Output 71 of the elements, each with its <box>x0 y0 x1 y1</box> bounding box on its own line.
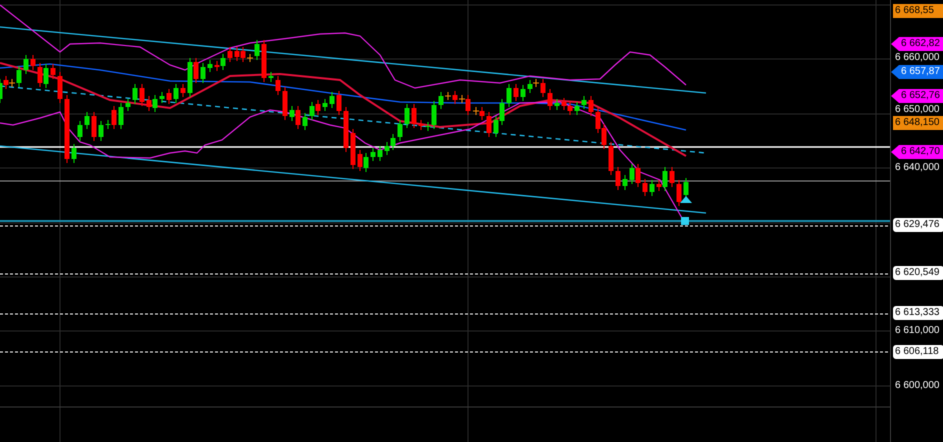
candlestick <box>92 112 96 142</box>
square-marker-icon <box>681 217 689 225</box>
price-marker-tag: 6 642,70 <box>891 145 943 159</box>
candlestick <box>418 120 424 130</box>
price-axis-label: 6 650,000 <box>895 105 940 115</box>
candlestick <box>78 120 82 142</box>
price-level-tag: 6 648,150 <box>893 116 943 130</box>
candlestick <box>72 144 76 164</box>
candlestick <box>676 180 682 206</box>
candlestick <box>140 84 144 106</box>
candlestick <box>350 128 356 170</box>
candlestick <box>118 102 124 130</box>
candlestick <box>166 88 172 104</box>
candlestick <box>228 46 232 62</box>
candlestick <box>208 60 212 72</box>
candlestick <box>622 174 628 190</box>
candlestick <box>344 106 348 152</box>
candlestick <box>276 76 280 96</box>
candlestick <box>24 54 28 74</box>
candlestick <box>84 112 90 130</box>
candlestick <box>132 84 138 104</box>
candlestick <box>64 94 70 164</box>
price-marker-tag: 6 657,87 <box>891 65 943 79</box>
candlestick <box>180 84 186 98</box>
candlestick <box>370 148 376 162</box>
candlestick <box>670 166 674 188</box>
price-marker-tag: 6 662,82 <box>891 37 943 51</box>
price-axis-label: 6 610,000 <box>895 326 940 336</box>
candlestick <box>126 98 130 112</box>
candlestick <box>174 84 178 104</box>
candlestick <box>520 84 526 102</box>
candlestick <box>548 88 552 110</box>
candlestick <box>514 84 518 102</box>
candlestick <box>404 104 410 128</box>
candlestick <box>412 104 416 128</box>
candlestick <box>268 72 274 82</box>
candlestick <box>684 178 688 200</box>
candlestick <box>262 40 266 82</box>
candlestick <box>50 64 56 80</box>
candlestick <box>608 142 614 176</box>
candlestick <box>322 98 328 112</box>
candlestick <box>582 96 586 110</box>
triangle-marker-icon <box>680 196 692 203</box>
price-line-tag: 6 613,333 <box>893 306 943 320</box>
candlestick <box>588 96 594 116</box>
candlestick <box>336 90 342 116</box>
candlestick <box>282 86 288 120</box>
price-line-tag: 6 629,476 <box>893 218 943 232</box>
price-axis-label: 6 660,000 <box>895 53 940 63</box>
price-axis-label: 6 640,000 <box>895 163 940 173</box>
candlestick <box>554 98 560 110</box>
candlestick <box>378 146 382 162</box>
price-level-tag: 6 668,55 <box>893 4 943 18</box>
candlestick <box>650 180 654 196</box>
candlestick <box>30 54 36 70</box>
price-line-tag: 6 620,549 <box>893 266 943 280</box>
candlestick <box>58 72 62 104</box>
price-axis-label: 6 600,000 <box>895 381 940 391</box>
candlestick <box>98 120 104 142</box>
candlestick <box>574 102 580 116</box>
price-marker-tag: 6 652,76 <box>891 89 943 103</box>
candlestick <box>302 112 308 130</box>
candlestick <box>398 120 402 142</box>
candlestick <box>642 178 648 196</box>
candlestick <box>616 166 620 190</box>
price-line-tag: 6 606,118 <box>893 345 943 359</box>
candlestick <box>486 112 492 138</box>
candlestick <box>330 92 334 108</box>
candlestick <box>506 84 512 108</box>
candlestick <box>200 62 206 84</box>
candlestick <box>160 92 164 104</box>
